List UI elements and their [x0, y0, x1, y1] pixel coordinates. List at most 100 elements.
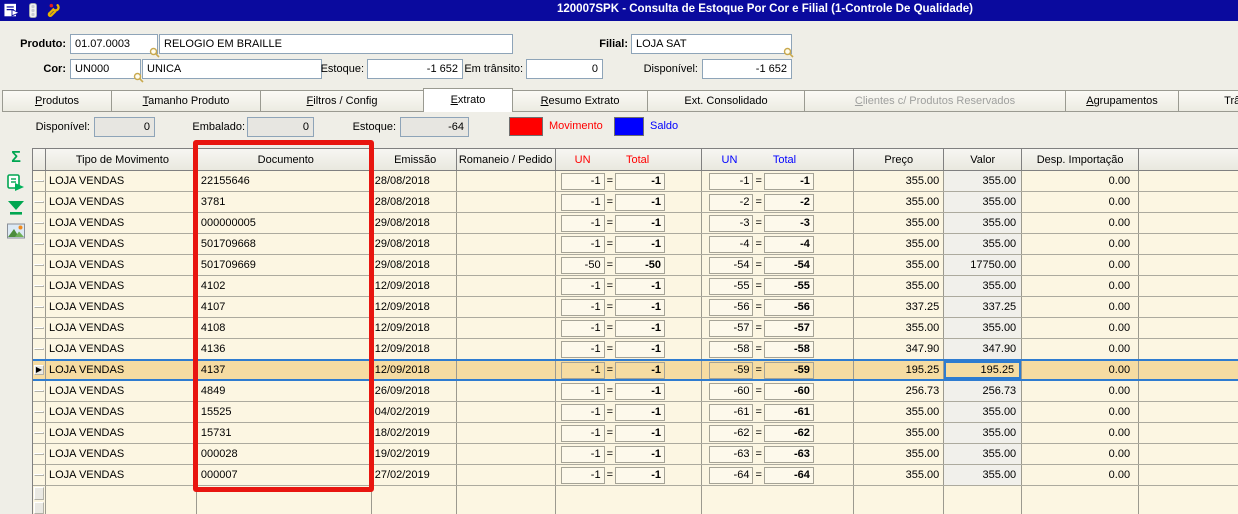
row-selector[interactable]: [33, 297, 46, 317]
row-selector[interactable]: [33, 339, 46, 359]
cell-desp-importacao[interactable]: 0.00: [1022, 213, 1140, 233]
cell-tipo-de-movimento[interactable]: LOJA VENDAS: [46, 171, 197, 191]
cell-extra[interactable]: [1139, 318, 1238, 338]
cell-emissao[interactable]: 12/09/2018: [372, 318, 457, 338]
cell-valor[interactable]: 355.00: [944, 234, 1023, 254]
cell-desp-importacao[interactable]: 0.00: [1022, 361, 1140, 379]
cell-extra[interactable]: [1139, 402, 1238, 422]
cell-valor[interactable]: 347.90: [944, 339, 1023, 359]
wrench-icon[interactable]: [46, 2, 62, 19]
cell-preco[interactable]: 355.00: [854, 276, 945, 296]
cell-tipo-de-movimento[interactable]: LOJA VENDAS: [46, 234, 197, 254]
cell-emissao[interactable]: 26/09/2018: [372, 381, 457, 401]
cell-emissao[interactable]: 12/09/2018: [372, 297, 457, 317]
cell-tipo-de-movimento[interactable]: LOJA VENDAS: [46, 318, 197, 338]
cell-emissao[interactable]: 12/09/2018: [371, 361, 457, 379]
cell-extra[interactable]: [1139, 444, 1238, 464]
cell-documento[interactable]: 4108: [197, 318, 372, 338]
cell-romaneio-pedido[interactable]: [457, 297, 556, 317]
cell-documento[interactable]: 501709669: [197, 255, 372, 275]
row-selector[interactable]: [33, 465, 46, 485]
cell-saldo[interactable]: -61 = -61: [702, 402, 855, 422]
cell-saldo[interactable]: -3 = -3: [702, 213, 855, 233]
cell-valor[interactable]: 355.00: [944, 213, 1023, 233]
cell-movimento[interactable]: -1 = -1: [556, 318, 703, 338]
cell-preco[interactable]: 337.25: [854, 297, 945, 317]
header-emissao[interactable]: Emissão: [371, 149, 457, 171]
header-tipo-de-movimento[interactable]: Tipo de Movimento: [45, 149, 197, 171]
row-selector[interactable]: [33, 234, 46, 254]
row-selector-box[interactable]: [34, 411, 44, 413]
cell-preco[interactable]: 256.73: [854, 381, 945, 401]
table-row[interactable]: LOJA VENDAS 501709669 29/08/2018 -50 = -50 -54…: [33, 255, 1238, 276]
cell-saldo[interactable]: -60 = -60: [702, 381, 855, 401]
cell-romaneio-pedido[interactable]: [457, 402, 556, 422]
cor-search-icon[interactable]: [133, 72, 144, 83]
cell-preco[interactable]: 355.00: [854, 213, 945, 233]
row-selector-box[interactable]: [34, 453, 44, 455]
cell-tipo-de-movimento[interactable]: LOJA VENDAS: [46, 444, 197, 464]
cell-saldo[interactable]: -54 = -54: [702, 255, 855, 275]
cell-romaneio-pedido[interactable]: [457, 444, 556, 464]
cell-desp-importacao[interactable]: 0.00: [1022, 297, 1140, 317]
row-selector[interactable]: [33, 318, 46, 338]
cell-romaneio-pedido[interactable]: [457, 339, 556, 359]
table-row[interactable]: LOJA VENDAS 4136 12/09/2018 -1 = -1 -58 = -58 347…: [33, 339, 1238, 360]
cell-tipo-de-movimento[interactable]: LOJA VENDAS: [46, 402, 197, 422]
cell-preco[interactable]: 195.25: [854, 361, 945, 379]
table-row[interactable]: LOJA VENDAS 000028 19/02/2019 -1 = -1 -63 = -63 3…: [33, 444, 1238, 465]
row-selector-box[interactable]: [34, 264, 44, 266]
table-row[interactable]: LOJA VENDAS 4108 12/09/2018 -1 = -1 -57 = -57 355…: [33, 318, 1238, 339]
cell-preco[interactable]: 355.00: [854, 402, 945, 422]
row-selector-box[interactable]: [34, 285, 44, 287]
cell-extra[interactable]: [1139, 465, 1238, 485]
header-saldo-un-total[interactable]: UN Total: [702, 149, 855, 171]
cell-extra[interactable]: [1139, 297, 1238, 317]
cell-movimento[interactable]: -1 = -1: [556, 423, 703, 443]
cell-saldo[interactable]: -2 = -2: [702, 192, 855, 212]
cell-preco[interactable]: 355.00: [854, 465, 945, 485]
tab-agrupamentos[interactable]: Agrupamentos: [1065, 90, 1179, 112]
cell-documento[interactable]: 000000005: [197, 213, 372, 233]
cell-valor[interactable]: 355.00: [944, 192, 1023, 212]
row-selector[interactable]: [33, 213, 46, 233]
cell-emissao[interactable]: 04/02/2019: [372, 402, 457, 422]
cell-emissao[interactable]: 28/08/2018: [372, 171, 457, 191]
cell-valor[interactable]: 355.00: [944, 444, 1023, 464]
cell-documento[interactable]: 22155646: [197, 171, 372, 191]
cell-desp-importacao[interactable]: 0.00: [1022, 423, 1140, 443]
cell-movimento[interactable]: -1 = -1: [556, 276, 703, 296]
cell-saldo[interactable]: -63 = -63: [702, 444, 855, 464]
cell-tipo-de-movimento[interactable]: LOJA VENDAS: [45, 361, 197, 379]
row-selector-box[interactable]: [34, 487, 44, 500]
cell-tipo-de-movimento[interactable]: LOJA VENDAS: [46, 381, 197, 401]
cell-romaneio-pedido[interactable]: [457, 465, 556, 485]
table-row[interactable]: LOJA VENDAS 22155646 28/08/2018 -1 = -1 -1 = -1 3…: [33, 171, 1238, 192]
cell-valor[interactable]: 17750.00: [944, 255, 1023, 275]
cell-tipo-de-movimento[interactable]: LOJA VENDAS: [46, 423, 197, 443]
row-selector-box[interactable]: [34, 474, 44, 476]
header-preco[interactable]: Preço: [854, 149, 945, 171]
cell-tipo-de-movimento[interactable]: LOJA VENDAS: [46, 276, 197, 296]
row-selector[interactable]: [33, 444, 46, 464]
cell-saldo[interactable]: -56 = -56: [702, 297, 855, 317]
row-selector[interactable]: [33, 255, 46, 275]
cell-desp-importacao[interactable]: 0.00: [1022, 402, 1140, 422]
cor-desc-field[interactable]: UNICA: [142, 59, 322, 79]
cell-extra[interactable]: [1139, 213, 1238, 233]
image-icon[interactable]: [5, 221, 27, 241]
table-row[interactable]: LOJA VENDAS 000007 27/02/2019 -1 = -1 -64 = -64 3…: [33, 465, 1238, 486]
cell-extra[interactable]: [1139, 423, 1238, 443]
cell-preco[interactable]: 355.00: [854, 255, 945, 275]
cell-extra[interactable]: [1139, 361, 1238, 379]
row-selector-box[interactable]: [34, 390, 44, 392]
cell-emissao[interactable]: 12/09/2018: [372, 276, 457, 296]
filter-icon[interactable]: [5, 198, 27, 218]
row-selector[interactable]: [33, 381, 46, 401]
row-selector-box[interactable]: [34, 306, 44, 308]
header-documento[interactable]: Documento: [196, 149, 372, 171]
table-row[interactable]: ▶ LOJA VENDAS 4137 12/09/2018 -1 = -1 -59 = -59 19…: [33, 359, 1238, 381]
row-selector[interactable]: [33, 402, 46, 422]
cell-romaneio-pedido[interactable]: [457, 255, 556, 275]
row-selector-box[interactable]: [34, 243, 44, 245]
